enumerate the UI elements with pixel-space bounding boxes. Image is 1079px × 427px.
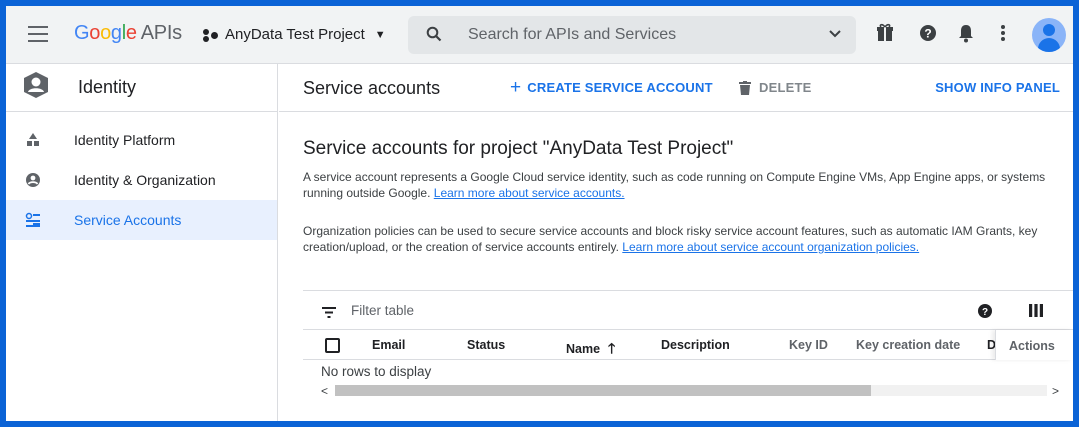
menu-icon[interactable] bbox=[28, 26, 48, 42]
description-paragraph: A service account represents a Google Cl… bbox=[303, 170, 1046, 200]
top-bar: Google APIs AnyData Test Project ▼ Search… bbox=[6, 6, 1073, 64]
org-policies-link[interactable]: Learn more about service account organiz… bbox=[622, 240, 919, 254]
account-circle-icon bbox=[23, 172, 43, 188]
filter-bar: Filter table ? bbox=[303, 290, 1073, 330]
search-icon bbox=[426, 26, 442, 47]
show-info-panel-button[interactable]: SHOW INFO PANEL bbox=[935, 80, 1060, 95]
scroll-left-icon[interactable]: < bbox=[321, 384, 328, 398]
bell-icon[interactable] bbox=[958, 23, 974, 48]
service-accounts-table: Filter table ? Email Status Name 🡑 Descri… bbox=[303, 290, 1073, 400]
create-service-account-button[interactable]: + CREATE SERVICE ACCOUNT bbox=[510, 76, 713, 98]
scroll-right-icon[interactable]: > bbox=[1052, 384, 1059, 398]
search-input[interactable]: Search for APIs and Services bbox=[468, 26, 676, 44]
empty-table-message: No rows to display bbox=[321, 364, 432, 379]
column-header-key-id[interactable]: Key ID bbox=[789, 338, 828, 352]
sidebar-item-identity-platform[interactable]: Identity Platform bbox=[6, 120, 277, 160]
svg-text:?: ? bbox=[982, 307, 988, 318]
help-icon[interactable]: ? bbox=[977, 303, 993, 324]
app-frame: Google APIs AnyData Test Project ▼ Search… bbox=[6, 6, 1073, 421]
identity-platform-icon bbox=[23, 132, 43, 148]
column-header-status[interactable]: Status bbox=[467, 338, 505, 352]
horizontal-scrollbar[interactable]: < > bbox=[303, 382, 1073, 400]
search-bar[interactable]: Search for APIs and Services bbox=[408, 16, 856, 54]
more-vert-icon[interactable] bbox=[1000, 23, 1006, 48]
project-dots-icon bbox=[203, 28, 219, 42]
sidebar-item-label: Identity & Organization bbox=[74, 172, 216, 188]
column-display-icon[interactable] bbox=[1029, 304, 1043, 322]
sidebar-item-label: Identity Platform bbox=[74, 132, 176, 148]
sidebar-item-identity-organization[interactable]: Identity & Organization bbox=[6, 160, 277, 200]
section-heading: Service accounts for project "AnyData Te… bbox=[303, 138, 734, 159]
column-header-key-creation-date[interactable]: Key creation date bbox=[856, 338, 960, 352]
sidebar-header: Identity bbox=[6, 64, 277, 112]
delete-button[interactable]: DELETE bbox=[739, 80, 811, 95]
google-apis-logo[interactable]: Google APIs bbox=[74, 22, 182, 45]
service-accounts-icon bbox=[23, 212, 43, 228]
filter-icon[interactable] bbox=[322, 305, 336, 323]
select-all-checkbox[interactable] bbox=[325, 338, 340, 353]
table-header-row: Email Status Name 🡑 Description Key ID Ke… bbox=[303, 330, 1073, 360]
column-header-actions: Actions bbox=[995, 330, 1073, 360]
sort-ascending-icon: 🡑 bbox=[608, 340, 616, 356]
page-title: Service accounts bbox=[303, 78, 441, 98]
identity-icon bbox=[22, 71, 52, 104]
sidebar-title: Identity bbox=[78, 77, 137, 97]
project-name: AnyData Test Project bbox=[225, 26, 365, 43]
trash-icon bbox=[739, 80, 751, 95]
help-icon[interactable]: ? bbox=[918, 23, 938, 48]
sidebar-item-service-accounts[interactable]: Service Accounts bbox=[6, 200, 277, 240]
column-header-description[interactable]: Description bbox=[661, 338, 730, 352]
svg-text:?: ? bbox=[924, 27, 931, 41]
chevron-down-icon[interactable] bbox=[828, 27, 842, 42]
gift-icon[interactable] bbox=[876, 23, 894, 48]
account-avatar[interactable] bbox=[1032, 18, 1066, 52]
main-content: Service accounts + CREATE SERVICE ACCOUN… bbox=[279, 64, 1073, 421]
filter-input[interactable]: Filter table bbox=[351, 303, 414, 318]
learn-more-link[interactable]: Learn more about service accounts. bbox=[434, 186, 625, 200]
scrollbar-thumb[interactable] bbox=[335, 385, 871, 396]
column-header-email[interactable]: Email bbox=[372, 338, 405, 352]
column-header-name[interactable]: Name 🡑 bbox=[566, 338, 615, 362]
content-section: Service accounts for project "AnyData Te… bbox=[303, 138, 1065, 255]
caret-down-icon: ▼ bbox=[374, 28, 386, 41]
action-bar: Service accounts + CREATE SERVICE ACCOUN… bbox=[279, 64, 1073, 112]
project-picker[interactable]: AnyData Test Project ▼ bbox=[203, 26, 386, 43]
sidebar: Identity Identity Platform Identity & Or… bbox=[6, 64, 278, 421]
add-icon: + bbox=[510, 76, 522, 98]
policy-paragraph: Organization policies can be used to sec… bbox=[303, 224, 1038, 254]
sidebar-item-label: Service Accounts bbox=[74, 212, 182, 228]
